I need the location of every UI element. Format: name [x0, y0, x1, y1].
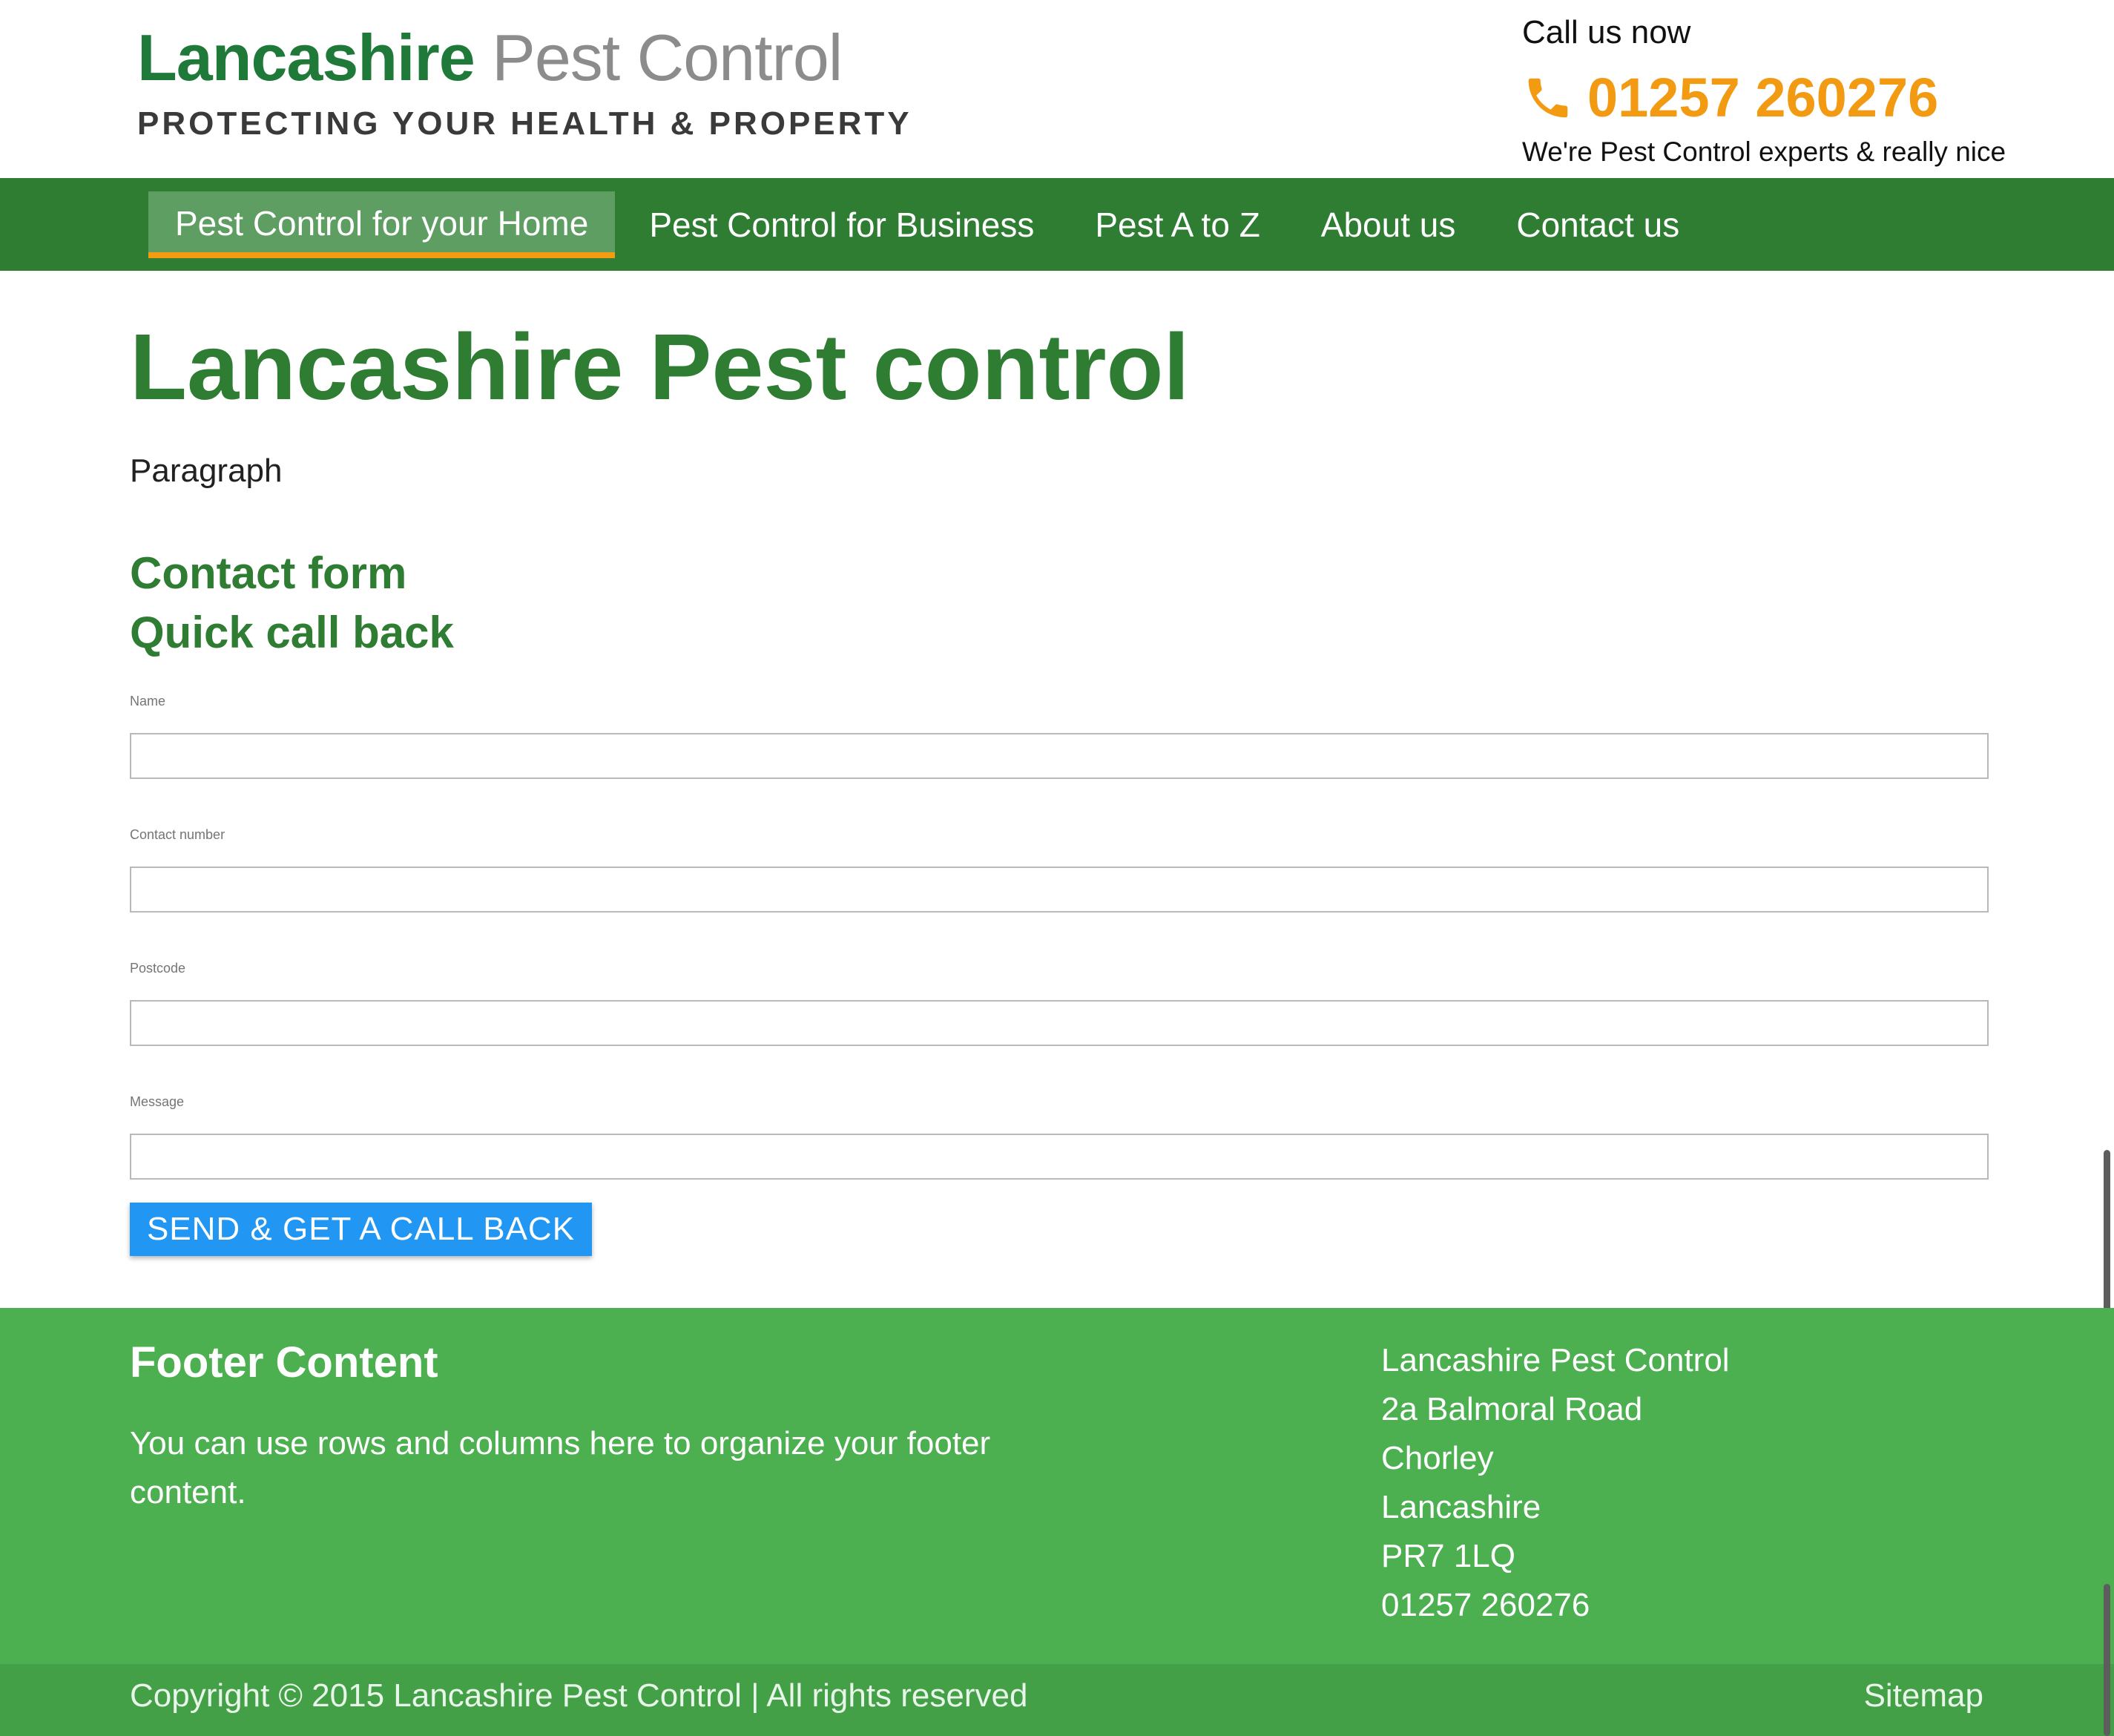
footer-address: Lancashire Pest Control 2a Balmoral Road…: [1381, 1336, 1730, 1630]
call-us-block: Call us now 01257 260276 We're Pest Cont…: [1522, 12, 2006, 168]
secondary-scrollbar-thumb[interactable]: [2104, 1584, 2110, 1736]
message-input[interactable]: [130, 1134, 1989, 1180]
contact-form-heading: Contact form: [130, 548, 407, 598]
postcode-label: Postcode: [130, 961, 186, 976]
nav-item-home[interactable]: Pest Control for your Home: [148, 191, 616, 258]
address-company: Lancashire Pest Control: [1381, 1342, 1730, 1378]
logo-wordmark: Lancashire Pest Control: [137, 21, 912, 95]
address-town: Chorley: [1381, 1440, 1494, 1476]
nav-list: Pest Control for your Home Pest Control …: [148, 191, 1713, 258]
call-us-label: Call us now: [1522, 14, 1691, 50]
site-header: Lancashire Pest Control PROTECTING YOUR …: [0, 0, 2114, 178]
postcode-input[interactable]: [130, 1000, 1989, 1046]
contact-number-label: Contact number: [130, 827, 225, 842]
nav-item-contact[interactable]: Contact us: [1489, 191, 1706, 258]
nav-item-about[interactable]: About us: [1294, 191, 1483, 258]
copyright-text: Copyright © 2015 Lancashire Pest Control…: [130, 1677, 1028, 1714]
logo-brand: Lancashire: [137, 21, 475, 94]
nav-item-business[interactable]: Pest Control for Business: [622, 191, 1061, 258]
message-label: Message: [130, 1094, 185, 1109]
site-logo[interactable]: Lancashire Pest Control PROTECTING YOUR …: [137, 21, 912, 142]
main-nav: Pest Control for your Home Pest Control …: [0, 178, 2114, 271]
name-label: Name: [130, 694, 166, 708]
quick-call-back-heading: Quick call back: [130, 608, 454, 657]
name-input[interactable]: [130, 733, 1989, 779]
address-street: 2a Balmoral Road: [1381, 1391, 1643, 1427]
header-phone-number[interactable]: 01257 260276: [1587, 68, 1938, 128]
body-paragraph: Paragraph: [130, 453, 283, 489]
phone-icon: [1528, 78, 1568, 118]
site-footer: Footer Content You can use rows and colu…: [0, 1308, 2114, 1664]
address-postcode: PR7 1LQ: [1381, 1538, 1515, 1574]
page-title: Lancashire Pest control: [130, 315, 1190, 419]
nav-item-pest-a-to-z[interactable]: Pest A to Z: [1068, 191, 1286, 258]
address-phone[interactable]: 01257 260276: [1381, 1581, 1730, 1630]
logo-sub: Pest Control: [492, 21, 843, 94]
phone-row[interactable]: 01257 260276: [1522, 68, 2006, 128]
footer-bottom-bar: Copyright © 2015 Lancashire Pest Control…: [0, 1664, 2114, 1736]
sitemap-link[interactable]: Sitemap: [1864, 1677, 1983, 1714]
footer-text: You can use rows and columns here to org…: [130, 1425, 991, 1510]
logo-tagline: PROTECTING YOUR HEALTH & PROPERTY: [137, 105, 912, 142]
address-county: Lancashire: [1381, 1489, 1541, 1525]
call-us-tagline: We're Pest Control experts & really nice: [1522, 137, 2006, 167]
contact-number-input[interactable]: [130, 867, 1989, 913]
send-call-back-button[interactable]: SEND & GET A CALL BACK: [130, 1203, 592, 1256]
footer-title: Footer Content: [130, 1338, 438, 1387]
